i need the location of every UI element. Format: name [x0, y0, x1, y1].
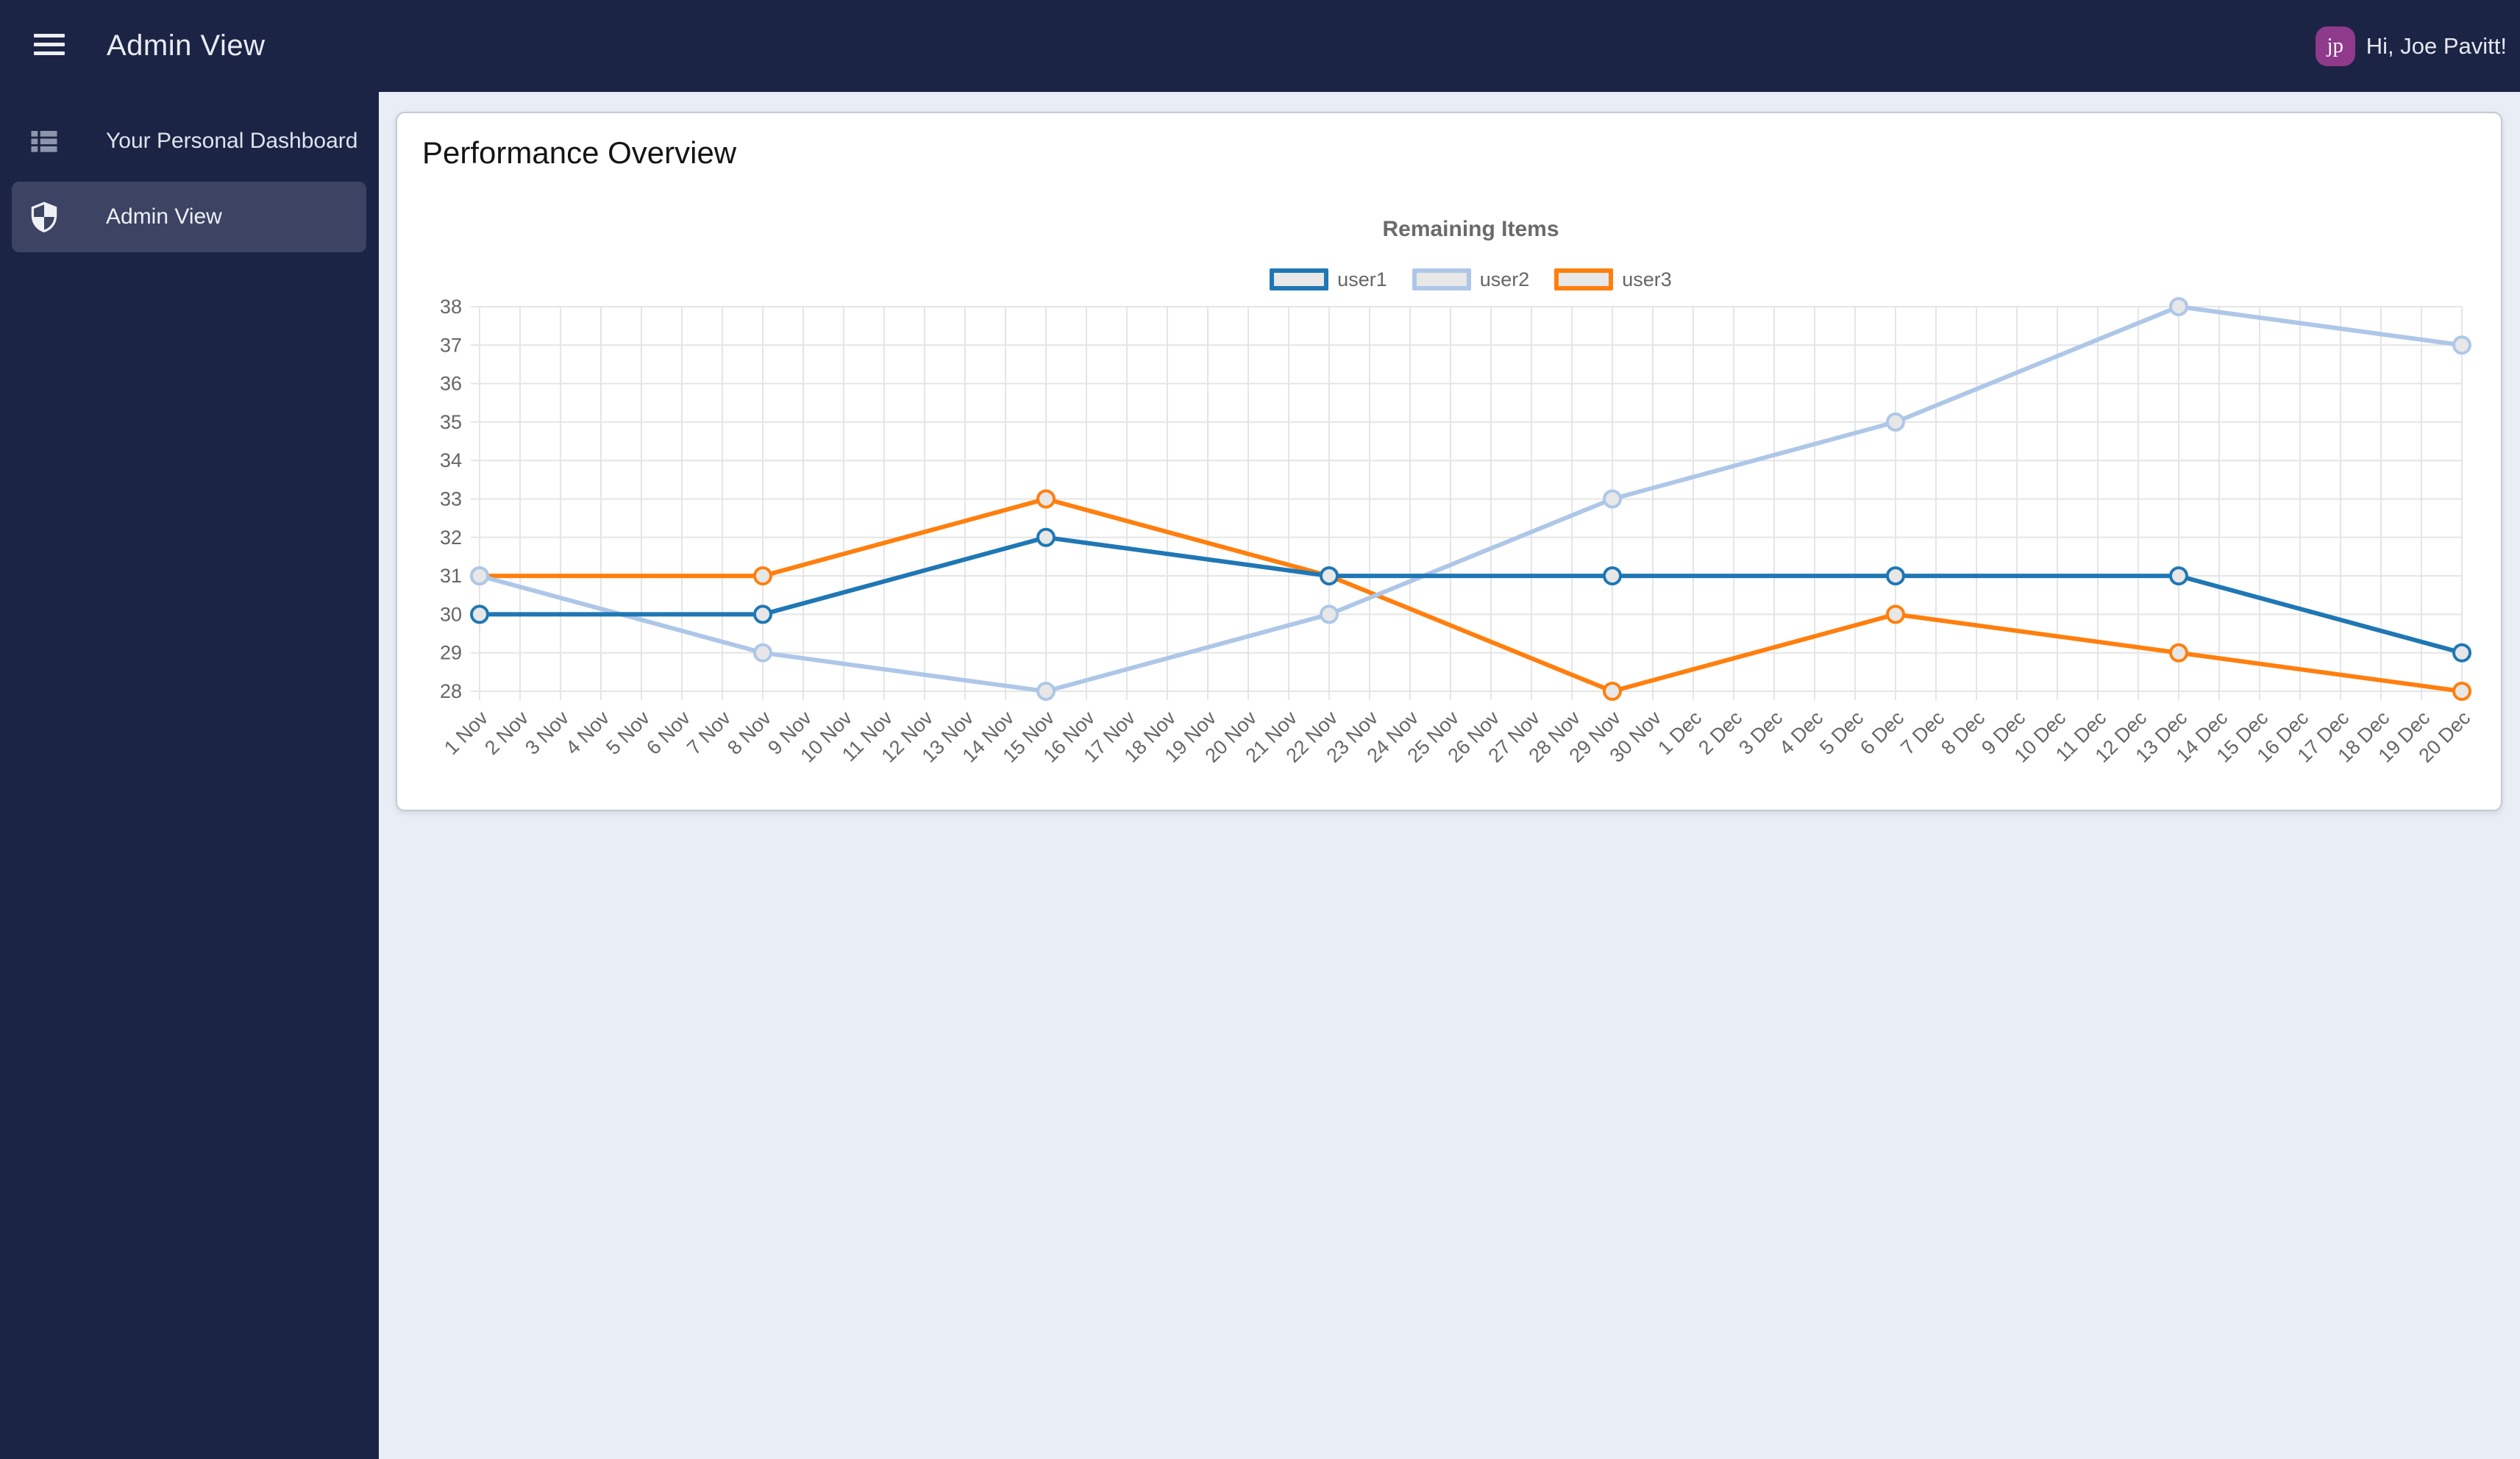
data-point-user1[interactable] — [1603, 566, 1622, 586]
svg-text:31: 31 — [440, 565, 462, 587]
svg-text:5 Nov: 5 Nov — [602, 707, 654, 759]
data-point-user1[interactable] — [1320, 566, 1339, 586]
series-user3 — [470, 489, 2471, 701]
sidebar-item-label: Admin View — [106, 204, 222, 229]
svg-text:5 Dec: 5 Dec — [1815, 707, 1868, 759]
app-header: Admin View jp Hi, Joe Pavitt! — [0, 0, 2520, 92]
svg-text:2 Nov: 2 Nov — [480, 707, 533, 759]
svg-text:1 Dec: 1 Dec — [1654, 707, 1706, 759]
grid-layer — [471, 306, 2463, 700]
svg-text:36: 36 — [440, 373, 462, 395]
remaining-items-line-chart: 38 37 36 35 34 33 32 31 30 29 28 1 Nov2 Nov3 Nov4 N… — [440, 296, 2474, 767]
data-point-user3[interactable] — [1603, 682, 1622, 701]
svg-text:1 Nov: 1 Nov — [440, 707, 492, 759]
svg-text:7 Nov: 7 Nov — [683, 707, 735, 759]
svg-text:7 Dec: 7 Dec — [1896, 707, 1948, 759]
data-point-user1[interactable] — [2169, 566, 2188, 586]
svg-text:3 Nov: 3 Nov — [521, 707, 573, 759]
svg-text:2 Dec: 2 Dec — [1694, 707, 1746, 759]
hamburger-menu-icon[interactable] — [34, 34, 65, 59]
list-icon — [28, 125, 60, 157]
data-point-user2[interactable] — [1320, 604, 1339, 624]
data-point-user1[interactable] — [2452, 643, 2471, 663]
svg-text:6 Dec: 6 Dec — [1856, 707, 1908, 759]
series-line-user3 — [477, 496, 2464, 693]
data-point-user2[interactable] — [1886, 412, 1905, 432]
user-greeting: Hi, Joe Pavitt! — [2366, 32, 2507, 59]
data-point-user1[interactable] — [1886, 566, 1905, 586]
data-point-user2[interactable] — [2169, 297, 2188, 316]
series-user1 — [470, 527, 2471, 663]
x-axis-labels: 1 Nov2 Nov3 Nov4 Nov5 Nov6 Nov7 Nov8 Nov… — [440, 707, 2474, 767]
sidebar: Your Personal Dashboard Admin View — [0, 92, 379, 1459]
data-point-user3[interactable] — [2452, 682, 2471, 701]
data-point-user2[interactable] — [1603, 489, 1622, 509]
svg-text:28: 28 — [440, 680, 462, 702]
data-point-user1[interactable] — [470, 604, 489, 624]
svg-text:29: 29 — [440, 642, 462, 664]
data-point-user3[interactable] — [1886, 604, 1905, 624]
sidebar-item-admin-view[interactable]: Admin View — [12, 182, 366, 252]
shield-icon — [28, 201, 60, 233]
data-point-user3[interactable] — [1036, 489, 1056, 509]
data-point-user3[interactable] — [753, 566, 772, 586]
svg-text:38: 38 — [440, 296, 462, 318]
svg-text:30: 30 — [440, 603, 462, 625]
user-area: jp Hi, Joe Pavitt! — [2315, 0, 2507, 92]
performance-overview-card: Performance Overview Remaining Items use… — [396, 112, 2502, 811]
svg-text:37: 37 — [440, 334, 462, 356]
svg-text:8 Nov: 8 Nov — [723, 707, 775, 759]
sidebar-item-personal-dashboard[interactable]: Your Personal Dashboard — [0, 106, 379, 176]
svg-text:6 Nov: 6 Nov — [642, 707, 694, 759]
svg-text:35: 35 — [440, 411, 462, 433]
svg-text:8 Dec: 8 Dec — [1937, 707, 1989, 759]
svg-text:33: 33 — [440, 488, 462, 510]
sidebar-item-label: Your Personal Dashboard — [106, 129, 358, 153]
data-point-user1[interactable] — [753, 604, 772, 624]
y-axis-labels: 38 37 36 35 34 33 32 31 30 29 28 — [440, 296, 462, 702]
svg-text:34: 34 — [440, 449, 462, 471]
svg-text:32: 32 — [440, 527, 462, 549]
svg-text:3 Dec: 3 Dec — [1734, 707, 1787, 759]
header-title: Admin View — [107, 29, 266, 62]
data-point-user3[interactable] — [2169, 643, 2188, 663]
data-point-user1[interactable] — [1036, 527, 1056, 547]
svg-text:4 Dec: 4 Dec — [1775, 707, 1827, 759]
data-point-user2[interactable] — [753, 643, 772, 663]
svg-text:4 Nov: 4 Nov — [561, 707, 613, 759]
data-point-user2[interactable] — [1036, 682, 1056, 701]
avatar[interactable]: jp — [2315, 26, 2355, 66]
data-point-user2[interactable] — [470, 566, 489, 586]
data-point-user2[interactable] — [2452, 335, 2471, 355]
